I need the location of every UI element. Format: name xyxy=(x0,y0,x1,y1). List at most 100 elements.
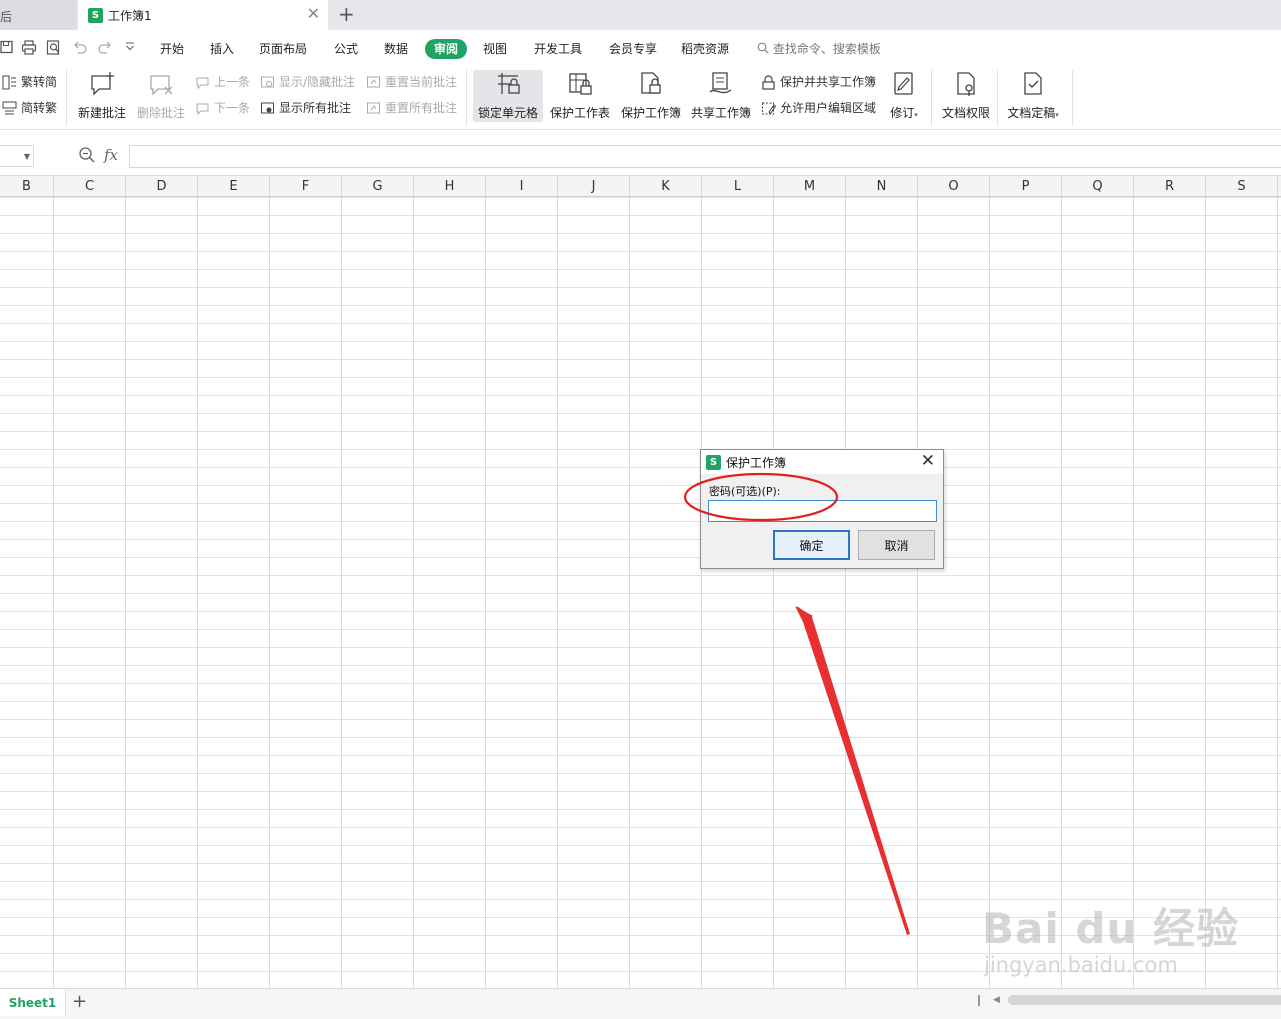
column-gridline xyxy=(125,197,126,988)
protect-and-share-workbook-label: 保护并共享工作簿 xyxy=(780,75,877,89)
column-header-q[interactable]: Q xyxy=(1062,176,1134,197)
column-header-d[interactable]: D xyxy=(126,176,198,197)
zoom-icon[interactable] xyxy=(78,146,96,164)
menu-page-layout[interactable]: 页面布局 xyxy=(259,41,307,57)
new-comment-label: 新建批注 xyxy=(77,106,126,120)
track-changes-icon xyxy=(894,72,913,95)
protect-and-share-workbook-button[interactable]: 保护并共享工作簿 xyxy=(761,74,876,90)
scroll-left-icon[interactable]: ◀ xyxy=(993,995,1000,1005)
column-header-c[interactable]: C xyxy=(54,176,126,197)
menu-member[interactable]: 会员专享 xyxy=(609,41,657,57)
redo-icon[interactable] xyxy=(97,40,113,54)
column-header-h[interactable]: H xyxy=(414,176,486,197)
quick-access-dropdown-icon[interactable] xyxy=(124,40,136,52)
menu-data[interactable]: 数据 xyxy=(384,41,408,57)
dialog-title-bar[interactable]: S 保护工作簿 ✕ xyxy=(701,450,943,474)
workbook-tab[interactable]: S 工作簿1 ✕ xyxy=(78,0,328,30)
cancel-button[interactable]: 取消 xyxy=(858,530,935,560)
menu-developer[interactable]: 开发工具 xyxy=(534,41,582,57)
menu-insert[interactable]: 插入 xyxy=(210,41,234,57)
insert-function-icon[interactable]: fx xyxy=(104,146,118,164)
sheet-tab-sheet1[interactable]: Sheet1 xyxy=(0,989,66,1016)
name-box[interactable]: ▼ xyxy=(0,145,34,167)
next-comment-button[interactable]: 下一条 xyxy=(195,100,250,116)
sheet-tab-bar: Sheet1 + ◀ xyxy=(0,988,1281,1019)
review-ribbon: 繁转简 简转繁 新建批注 删除批注 上一条 下一条 显示/隐藏批注 显示所有批注… xyxy=(0,68,1281,130)
menu-formulas[interactable]: 公式 xyxy=(334,41,358,57)
print-preview-icon[interactable] xyxy=(46,40,62,55)
column-header-r[interactable]: R xyxy=(1134,176,1206,197)
share-workbook-button[interactable]: 共享工作簿 xyxy=(690,70,752,121)
cell-grid[interactable] xyxy=(0,197,1281,988)
column-gridline xyxy=(1061,197,1062,988)
document-permission-icon xyxy=(957,72,975,96)
new-comment-button[interactable]: 新建批注 xyxy=(77,70,127,121)
previous-comment-button[interactable]: 上一条 xyxy=(195,74,250,90)
new-tab-icon[interactable]: + xyxy=(338,3,355,25)
column-header-o[interactable]: O xyxy=(918,176,990,197)
document-finalize-button[interactable]: 文档定稿▾ xyxy=(1003,70,1063,121)
column-gridline xyxy=(917,197,918,988)
column-header-g[interactable]: G xyxy=(342,176,414,197)
command-search[interactable]: 查找命令、搜索模板 xyxy=(757,41,881,57)
column-header-e[interactable]: E xyxy=(198,176,270,197)
reset-all-comments-button[interactable]: 重置所有批注 xyxy=(366,100,457,116)
convert-to-simplified-label: 繁转简 xyxy=(21,75,58,89)
dialog-close-icon[interactable]: ✕ xyxy=(921,452,935,470)
convert-traditional-icon xyxy=(2,101,17,114)
menu-view[interactable]: 视图 xyxy=(483,41,507,57)
convert-to-traditional-button[interactable]: 简转繁 xyxy=(2,100,57,116)
column-gridline xyxy=(269,197,270,988)
column-gridline xyxy=(485,197,486,988)
print-icon[interactable] xyxy=(21,40,37,55)
lock-cell-button[interactable]: 锁定单元格 xyxy=(473,70,543,122)
password-input[interactable] xyxy=(708,500,937,522)
menu-review[interactable]: 审阅 xyxy=(425,39,468,59)
reset-current-comment-button[interactable]: 重置当前批注 xyxy=(366,74,457,90)
menu-home[interactable]: 开始 xyxy=(160,41,184,57)
document-permission-button[interactable]: 文档权限 xyxy=(940,70,992,121)
spreadsheet-logo-icon: S xyxy=(706,454,721,470)
protect-sheet-button[interactable]: 保护工作表 xyxy=(549,70,611,121)
column-header-m[interactable]: M xyxy=(774,176,846,197)
share-workbook-icon xyxy=(709,72,732,94)
show-hide-comment-button[interactable]: 显示/隐藏批注 xyxy=(260,74,355,90)
column-header-l[interactable]: L xyxy=(702,176,774,197)
close-tab-icon[interactable]: ✕ xyxy=(307,6,320,22)
column-header-p[interactable]: P xyxy=(990,176,1062,197)
undo-icon[interactable] xyxy=(72,40,88,54)
allow-edit-ranges-button[interactable]: 允许用户编辑区域 xyxy=(761,100,876,116)
ribbon-separator xyxy=(997,70,998,126)
track-changes-button[interactable]: 修订▾ xyxy=(886,70,922,121)
delete-comment-button[interactable]: 删除批注 xyxy=(136,70,186,121)
watermark-brand: Bai du 经验 xyxy=(982,904,1239,953)
horizontal-scrollbar[interactable] xyxy=(1008,995,1281,1005)
column-header-s[interactable]: S xyxy=(1206,176,1278,197)
menu-docer-resources[interactable]: 稻壳资源 xyxy=(681,41,729,57)
document-permission-label: 文档权限 xyxy=(941,106,990,120)
column-header-f[interactable]: F xyxy=(270,176,342,197)
column-header-i[interactable]: I xyxy=(486,176,558,197)
name-box-dropdown-icon[interactable]: ▼ xyxy=(24,152,30,161)
convert-to-simplified-button[interactable]: 繁转简 xyxy=(2,74,57,90)
baidu-watermark: Bai du 经验 jingyan.baidu.com xyxy=(982,895,1239,977)
reset-all-comments-icon xyxy=(367,102,380,113)
scroll-split-handle[interactable] xyxy=(978,995,980,1006)
add-sheet-icon[interactable]: + xyxy=(72,991,87,1013)
edit-ranges-pencil-icon xyxy=(762,102,776,114)
previous-tab[interactable]: 后 xyxy=(0,0,77,30)
column-header-k[interactable]: K xyxy=(630,176,702,197)
delete-comment-label: 删除批注 xyxy=(136,106,185,120)
column-header-b[interactable]: B xyxy=(0,176,54,197)
column-header-j[interactable]: J xyxy=(558,176,630,197)
protect-workbook-button[interactable]: 保护工作簿 xyxy=(620,70,682,121)
save-icon[interactable] xyxy=(0,40,14,55)
show-all-comments-button[interactable]: 显示所有批注 xyxy=(260,100,351,116)
convert-simplified-icon xyxy=(2,75,16,89)
allow-edit-ranges-label: 允许用户编辑区域 xyxy=(780,101,877,115)
ok-button[interactable]: 确定 xyxy=(773,530,850,560)
formula-input[interactable] xyxy=(129,145,1281,168)
column-header-n[interactable]: N xyxy=(846,176,918,197)
show-all-comments-label: 显示所有批注 xyxy=(279,101,352,115)
column-gridline xyxy=(845,197,846,988)
